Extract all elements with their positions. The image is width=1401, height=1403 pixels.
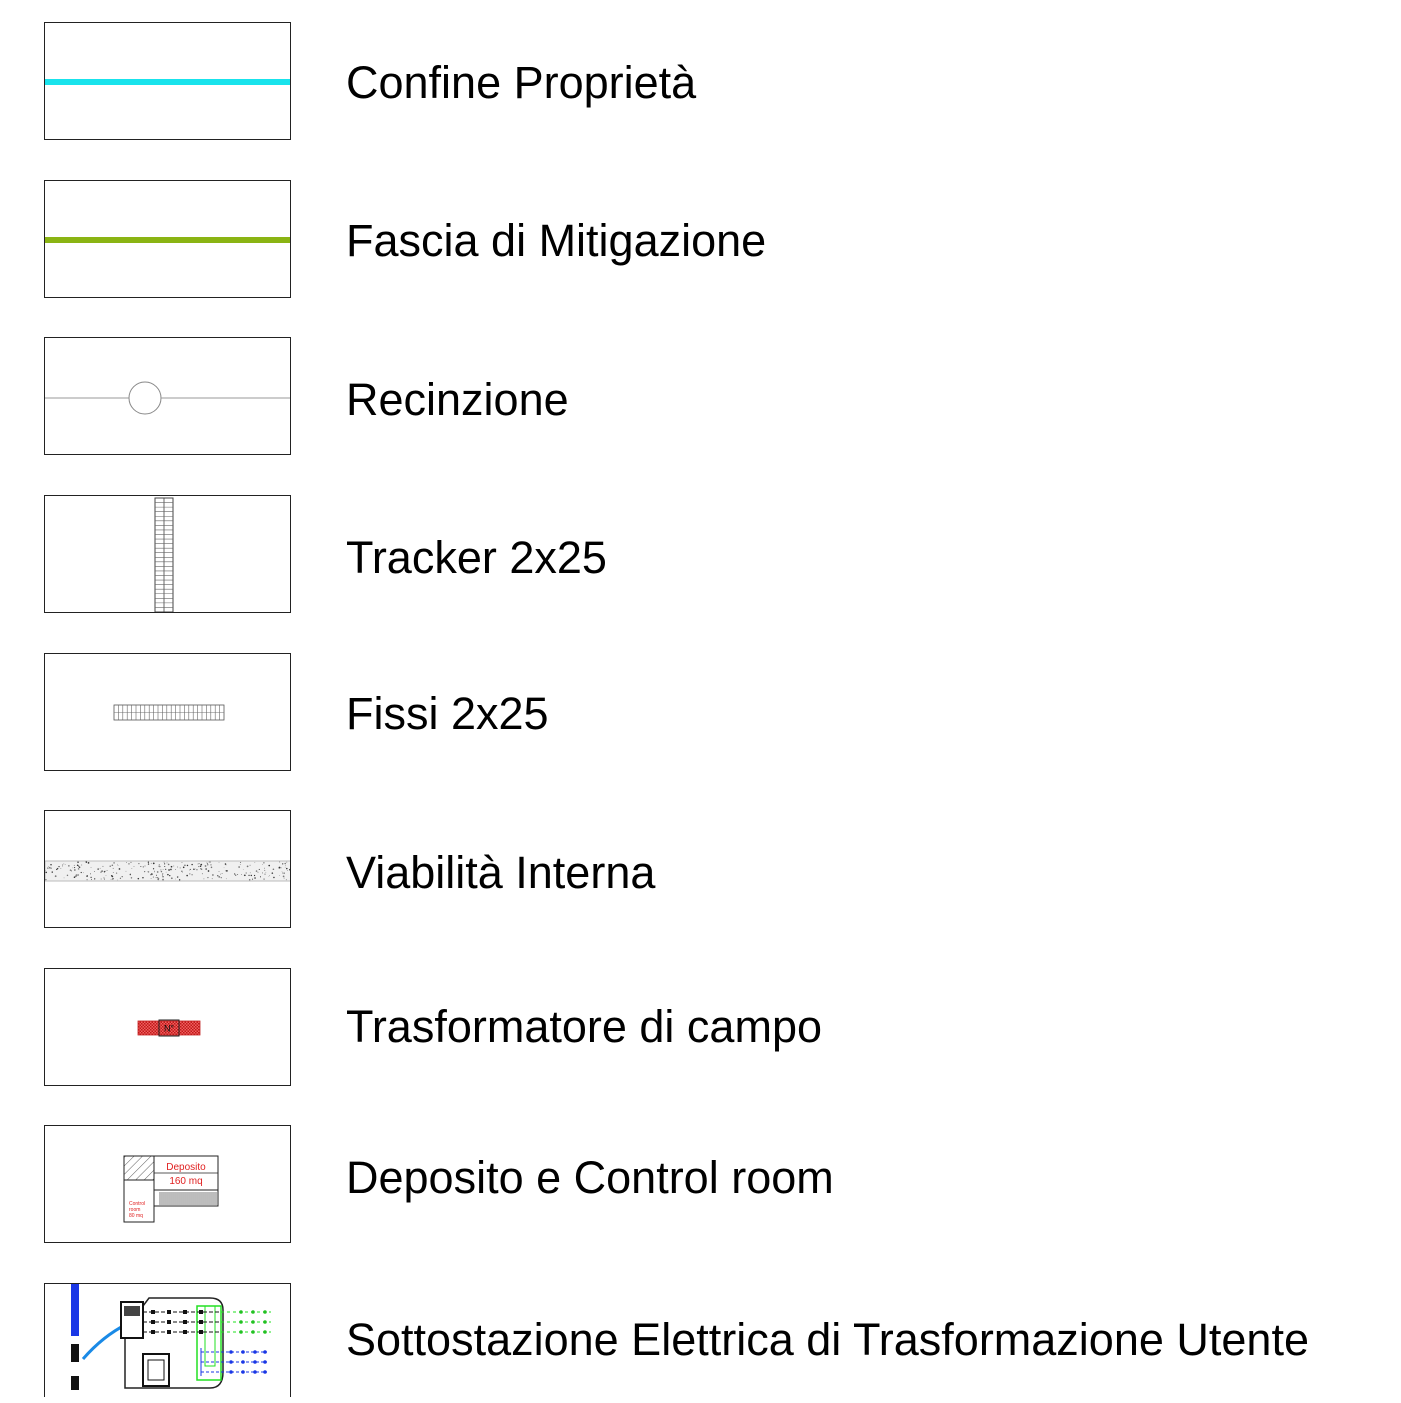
legend-item-fissi: Fissi 2x25 — [0, 653, 1401, 773]
fissi-symbol — [113, 704, 225, 721]
trasformatore-swatch: N° — [44, 968, 291, 1086]
confine-line-symbol — [45, 79, 290, 85]
legend-label: Sottostazione Elettrica di Trasformazion… — [346, 1314, 1309, 1365]
viabilita-swatch — [44, 810, 291, 928]
transformer-number-text: N° — [164, 1024, 174, 1034]
sottostazione-swatch — [44, 1283, 291, 1397]
legend-item-deposito: Deposito 160 mq Control room 80 mq Depos… — [0, 1125, 1401, 1245]
control-room-area-text: 80 mq — [129, 1213, 143, 1219]
legend-label: Fissi 2x25 — [346, 688, 549, 739]
legend-label: Confine Proprietà — [346, 57, 697, 108]
legend-label: Trasformatore di campo — [346, 1001, 822, 1052]
legend-item-confine: Confine Proprietà — [0, 22, 1401, 142]
legend-item-trasformatore: N° Trasformatore di campo — [0, 968, 1401, 1088]
fissi-swatch — [44, 653, 291, 771]
deposito-swatch: Deposito 160 mq Control room 80 mq — [44, 1125, 291, 1243]
legend-item-viabilita: Viabilità Interna — [0, 810, 1401, 930]
legend-label: Tracker 2x25 — [346, 532, 607, 583]
deposito-area-text: 160 mq — [169, 1176, 202, 1187]
substation-symbol — [71, 1284, 271, 1390]
recinzione-swatch — [44, 337, 291, 455]
deposito-symbol: Deposito 160 mq Control room 80 mq — [123, 1155, 219, 1223]
fence-symbol — [45, 381, 290, 415]
legend-label: Deposito e Control room — [346, 1152, 834, 1203]
confine-swatch — [44, 22, 291, 140]
tracker-swatch — [44, 495, 291, 613]
mitigazione-swatch — [44, 180, 291, 298]
legend-item-tracker: Tracker 2x25 — [0, 495, 1401, 615]
transformer-symbol: N° — [137, 1019, 201, 1037]
legend-item-mitigazione: Fascia di Mitigazione — [0, 180, 1401, 300]
legend-label: Fascia di Mitigazione — [346, 215, 767, 266]
legend-label: Recinzione — [346, 374, 569, 425]
legend-label: Viabilità Interna — [346, 847, 656, 898]
legend-item-recinzione: Recinzione — [0, 337, 1401, 457]
road-symbol — [45, 860, 290, 882]
mitigazione-line-symbol — [45, 237, 290, 243]
deposito-text: Deposito — [166, 1162, 206, 1173]
tracker-symbol — [154, 497, 174, 612]
legend-item-sottostazione: Sottostazione Elettrica di Trasformazion… — [0, 1283, 1401, 1403]
